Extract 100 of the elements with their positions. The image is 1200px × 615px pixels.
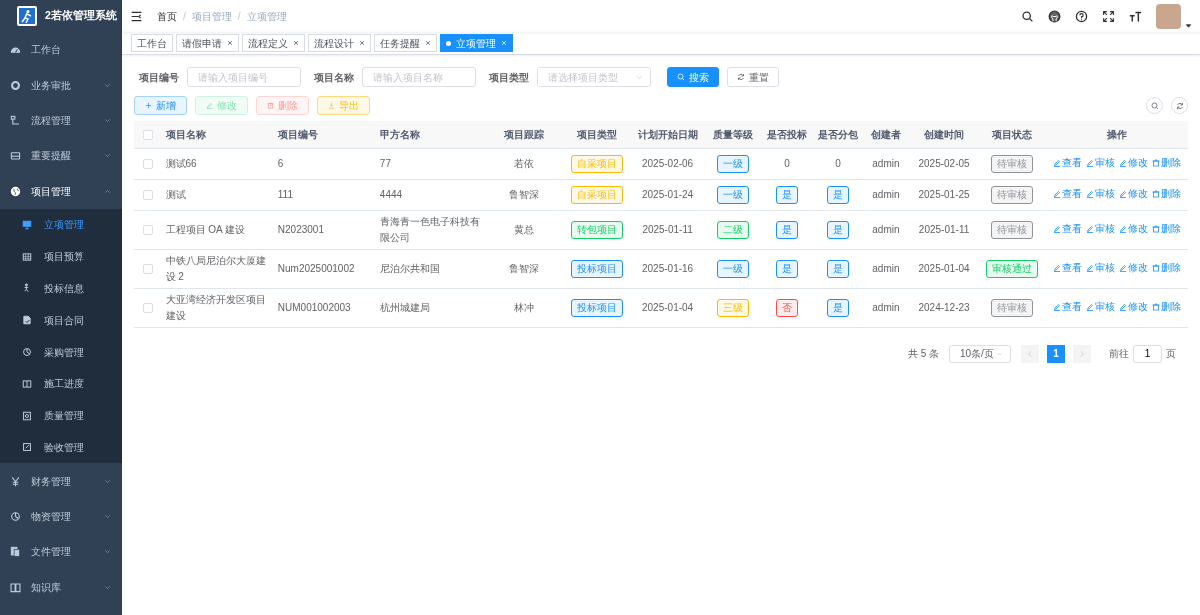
table-cell: 6	[277, 157, 284, 169]
sidebar-menu-item[interactable]: 文件管理	[0, 534, 122, 570]
trash-icon	[1151, 190, 1160, 198]
sidebar-menu-item[interactable]: 业务审批	[0, 67, 122, 103]
action-link[interactable]: 修改	[1118, 221, 1148, 237]
font-size-icon[interactable]	[1129, 9, 1142, 23]
action-link[interactable]: 审核	[1085, 299, 1115, 315]
table-cell: 2025-01-11	[918, 223, 970, 235]
tab[interactable]: 工作台	[131, 34, 173, 52]
reset-button[interactable]: 重置	[727, 67, 779, 87]
sidebar-submenu-item[interactable]: 采购管理	[0, 336, 122, 368]
search-icon[interactable]	[1021, 9, 1034, 23]
status-tag: 是	[775, 185, 798, 204]
column-header: 是否投标	[766, 128, 807, 140]
refresh-icon	[737, 73, 745, 81]
action-link[interactable]: 删除	[1151, 186, 1181, 202]
action-link[interactable]: 删除	[1151, 299, 1181, 315]
tab[interactable]: 任务提醒	[374, 34, 437, 52]
close-icon[interactable]	[359, 40, 365, 46]
action-link[interactable]: 审核	[1085, 221, 1115, 237]
pencil-icon	[1118, 264, 1127, 272]
toolbar-button[interactable]: 新增	[134, 96, 187, 115]
refresh-button[interactable]	[1171, 97, 1188, 114]
action-link[interactable]: 删除	[1151, 155, 1181, 171]
table-cell: 鲁智深	[508, 188, 539, 200]
row-checkbox[interactable]	[143, 224, 154, 235]
action-link[interactable]: 修改	[1118, 186, 1148, 202]
field-label: 项目名称	[314, 70, 354, 85]
help-icon[interactable]	[1075, 9, 1088, 23]
action-link[interactable]: 修改	[1118, 260, 1148, 276]
sidebar-menu-item[interactable]: 财务管理	[0, 463, 122, 499]
sidebar-menu-item[interactable]: 流程管理	[0, 102, 122, 139]
sidebar-submenu-item[interactable]: 立项管理	[0, 208, 122, 241]
sidebar-menu-item[interactable]: 工作台	[0, 32, 122, 68]
search-button[interactable]: 搜索	[667, 67, 719, 87]
status-tag: 是	[826, 259, 849, 278]
sidebar-submenu-item[interactable]: 施工进度	[0, 367, 122, 400]
close-icon[interactable]	[227, 40, 233, 46]
app-title: 2若依管理系统	[45, 8, 117, 24]
pencil-icon	[1052, 225, 1061, 233]
action-link[interactable]: 修改	[1118, 155, 1148, 171]
tab[interactable]: 流程定义	[242, 34, 305, 52]
column-header: 创建者	[870, 128, 901, 140]
cat-logo-icon[interactable]	[1048, 9, 1061, 23]
table-cell: 77	[379, 157, 391, 169]
pencil-icon	[1118, 190, 1127, 198]
table-cell: 4444	[379, 188, 403, 200]
fullscreen-icon[interactable]	[1102, 9, 1115, 23]
page-size-select[interactable]: 10条/页	[949, 344, 1011, 363]
close-icon[interactable]	[425, 40, 431, 46]
menu-icon[interactable]	[130, 9, 143, 23]
table-cell: Num2025001002	[277, 262, 355, 274]
breadcrumb-item[interactable]: 项目管理	[191, 8, 232, 24]
yen-icon	[10, 475, 21, 487]
breadcrumb-item[interactable]: 首页	[157, 8, 177, 24]
table-cell: 2025-01-11	[642, 223, 693, 235]
row-checkbox[interactable]	[143, 158, 154, 169]
action-link[interactable]: 查看	[1052, 299, 1082, 315]
logo-icon	[17, 6, 37, 26]
row-checkbox[interactable]	[143, 302, 154, 313]
tab[interactable]: 请假申请	[176, 34, 239, 52]
action-link[interactable]: 审核	[1085, 186, 1115, 202]
page-number[interactable]: 1	[1047, 344, 1065, 363]
photo-placeholder[interactable]	[1156, 3, 1181, 29]
sidebar-submenu-item[interactable]: 验收管理	[0, 431, 122, 464]
action-link[interactable]: 修改	[1118, 299, 1148, 315]
action-link[interactable]: 查看	[1052, 221, 1082, 237]
sidebar-menu-item[interactable]: 重要提醒	[0, 138, 122, 174]
tab[interactable]: 立项管理	[440, 34, 513, 52]
action-link[interactable]: 审核	[1085, 155, 1115, 171]
pencil-icon	[1085, 264, 1094, 272]
globe-icon	[10, 185, 21, 197]
table-cell: 2025-01-04	[642, 301, 694, 313]
action-link[interactable]: 查看	[1052, 155, 1082, 171]
row-checkbox[interactable]	[143, 189, 154, 200]
action-link[interactable]: 审核	[1085, 260, 1115, 276]
action-link[interactable]: 查看	[1052, 260, 1082, 276]
tab[interactable]: 流程设计	[308, 34, 371, 52]
action-link[interactable]: 查看	[1052, 186, 1082, 202]
sidebar-submenu-item[interactable]: 质量管理	[0, 399, 122, 432]
sidebar-submenu-item[interactable]: 项目预算	[0, 240, 122, 273]
table-icon	[22, 251, 32, 262]
sidebar-submenu-item[interactable]: 投标信息	[0, 272, 122, 305]
select-all-checkbox[interactable]	[143, 130, 154, 141]
table-cell: 若依	[513, 157, 534, 169]
page-input[interactable]: 1	[1133, 344, 1162, 363]
table-cell: 尼泊尔共和国	[379, 262, 440, 274]
sidebar-menu-item[interactable]: 项目管理	[0, 173, 122, 209]
table-cell: 0	[784, 157, 790, 169]
pencil-icon	[1118, 303, 1127, 311]
sidebar-submenu-item[interactable]: 项目合同	[0, 304, 122, 337]
sidebar-menu-item[interactable]: 物资管理	[0, 498, 122, 535]
table-cell: 青海青一色电子科技有限公司	[379, 215, 480, 243]
action-link[interactable]: 删除	[1151, 260, 1181, 276]
row-checkbox[interactable]	[143, 263, 154, 274]
search-toggle-button[interactable]	[1146, 97, 1163, 114]
pencil-square-icon	[22, 442, 32, 453]
sidebar-menu-item[interactable]: 知识库	[0, 569, 122, 605]
close-icon[interactable]	[293, 40, 299, 46]
action-link[interactable]: 删除	[1151, 221, 1181, 237]
